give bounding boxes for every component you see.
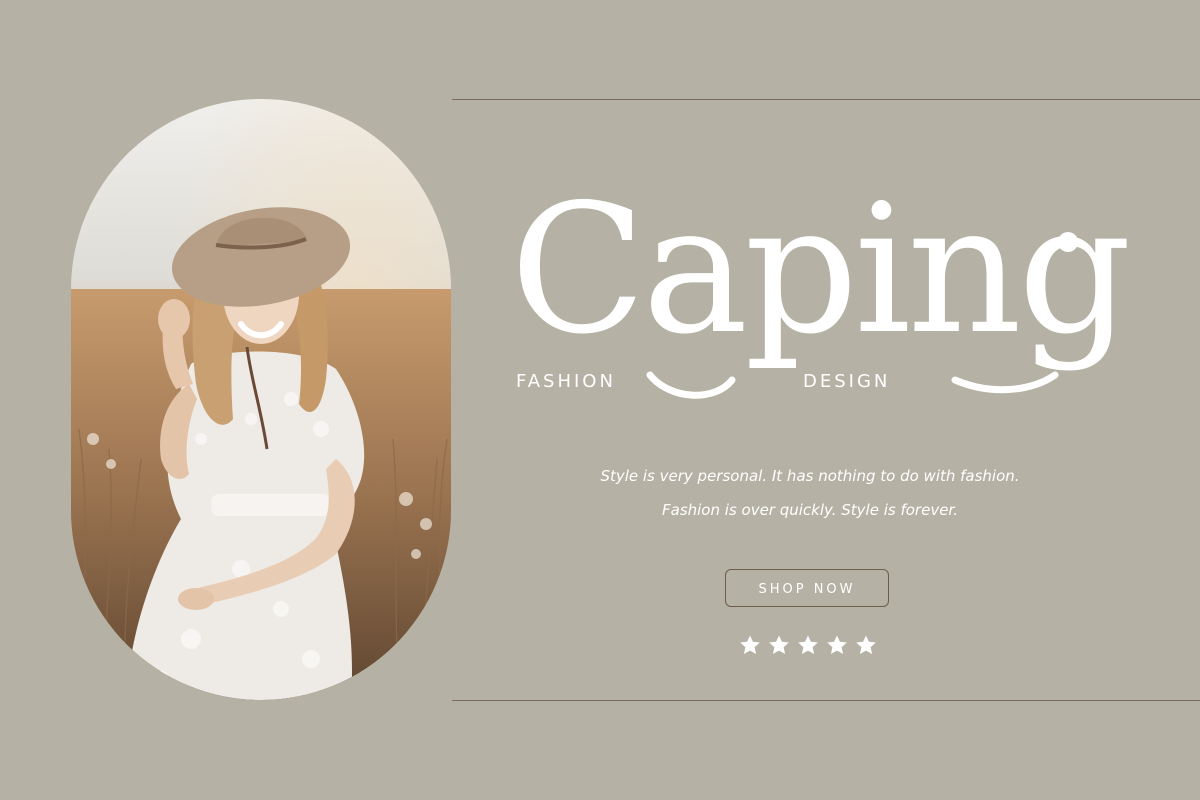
brand-subtitle-left: FASHION bbox=[516, 371, 616, 392]
top-divider bbox=[452, 99, 1200, 100]
star-icon bbox=[856, 635, 876, 654]
brand-subtitle-right: DESIGN bbox=[803, 371, 891, 392]
star-icon bbox=[740, 635, 760, 654]
hero-photo-illustration bbox=[71, 99, 451, 700]
rating-stars bbox=[738, 630, 878, 660]
shop-now-button[interactable]: SHOP NOW bbox=[725, 569, 889, 607]
brand-name: Caping bbox=[510, 166, 1132, 373]
quote-line-1: Style is very personal. It has nothing t… bbox=[600, 467, 1020, 485]
bottom-divider bbox=[452, 700, 1200, 701]
star-icon bbox=[769, 635, 789, 654]
star-icon bbox=[827, 635, 847, 654]
brand-logo: Caping FASHION DESIGN bbox=[470, 170, 1150, 420]
hero-photo bbox=[71, 99, 451, 700]
star-icon bbox=[798, 635, 818, 654]
quote-line-2: Fashion is over quickly. Style is foreve… bbox=[662, 501, 958, 519]
